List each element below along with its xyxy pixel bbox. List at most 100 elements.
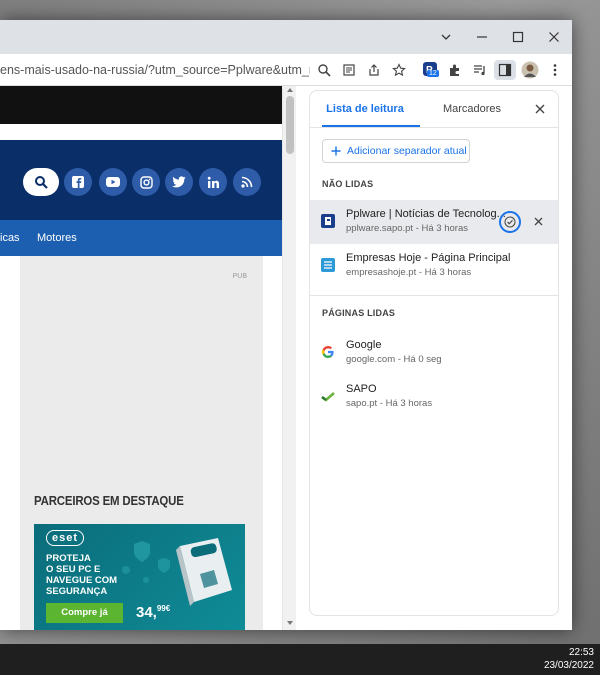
list-item[interactable]: SAPO sapo.pt - Há 3 horas	[310, 375, 558, 419]
list-item-subtitle: sapo.pt - Há 3 horas	[346, 398, 433, 409]
list-item[interactable]: Empresas Hoje - Página Principal empresa…	[310, 244, 558, 288]
reader-icon	[343, 64, 355, 76]
list-item-title: Empresas Hoje - Página Principal	[346, 252, 511, 264]
minimize-icon	[477, 36, 487, 38]
ad-tag: PUB	[232, 273, 247, 280]
clock-time: 22:53	[568, 647, 594, 658]
eset-product-box-icon	[176, 538, 232, 606]
media-queue-icon	[474, 65, 485, 76]
search-icon	[35, 176, 48, 189]
side-panel-button[interactable]	[494, 60, 516, 80]
scroll-up-arrow-icon[interactable]	[287, 87, 293, 92]
tab-bookmarks[interactable]: Marcadores	[420, 91, 524, 127]
eset-price: 34,99€	[136, 603, 170, 623]
eset-price-main: 34,	[136, 604, 157, 621]
google-favicon-icon	[322, 346, 334, 358]
linkedin-icon	[207, 176, 219, 188]
page-scrollbar[interactable]	[282, 86, 296, 630]
article-column	[0, 256, 20, 630]
unread-section-title: NÃO LIDAS	[322, 179, 374, 189]
instagram-link[interactable]	[132, 168, 160, 196]
tab-search-button[interactable]	[428, 20, 464, 54]
eset-buy-button[interactable]: Compre já	[46, 603, 123, 623]
star-icon	[392, 63, 406, 77]
list-item-subtitle: empresashoje.pt - Há 3 horas	[346, 267, 472, 278]
eset-headline-line: O SEU PC E	[46, 564, 101, 575]
eset-ad-banner[interactable]: eset PROTEJA O SEU PC E NAVEGUE COM SEGU…	[34, 524, 245, 630]
extension-badge: 12	[427, 70, 439, 77]
eset-price-cents: 99€	[156, 604, 171, 613]
ad-column: PUB PARCEIROS EM DESTAQUE eset PROTEJA O…	[20, 256, 263, 630]
share-icon	[369, 64, 379, 76]
close-window-button[interactable]	[536, 20, 572, 54]
twitter-link[interactable]	[165, 168, 193, 196]
maximize-button[interactable]	[500, 20, 536, 54]
extension-pplware-button[interactable]: P 12	[421, 60, 441, 80]
profile-button[interactable]	[520, 60, 540, 80]
menu-button[interactable]	[545, 60, 565, 80]
instagram-icon	[139, 175, 153, 189]
list-item[interactable]: Pplware | Notícias de Tecnolog... pplwar…	[310, 200, 558, 244]
mark-as-read-button[interactable]	[499, 211, 521, 233]
list-item-subtitle: pplware.sapo.pt - Há 3 horas	[346, 223, 468, 234]
rss-link[interactable]	[233, 168, 261, 196]
close-icon	[549, 32, 559, 42]
nav-item-tecnicas[interactable]: icas	[0, 232, 20, 244]
facebook-link[interactable]	[64, 168, 92, 196]
reader-mode-button[interactable]	[339, 60, 359, 80]
site-search-button[interactable]	[23, 168, 59, 196]
remove-item-button[interactable]	[531, 214, 545, 228]
browser-window: ens-mais-usado-na-russia/?utm_source=Ppl…	[0, 20, 572, 630]
site-nav: icas Motores	[0, 220, 282, 256]
clock-date: 23/03/2022	[543, 660, 594, 671]
nav-item-motores[interactable]: Motores	[37, 232, 77, 244]
eset-logo: eset	[46, 530, 85, 546]
empresashoje-favicon-icon	[321, 258, 335, 272]
youtube-icon	[106, 177, 120, 187]
partners-heading: PARCEIROS EM DESTAQUE	[34, 493, 184, 508]
bookmark-star-button[interactable]	[389, 60, 409, 80]
pplware-favicon-icon	[321, 214, 335, 228]
plus-icon	[331, 146, 341, 156]
page-top-bar	[0, 86, 282, 124]
scrollbar-thumb[interactable]	[286, 96, 294, 154]
share-button[interactable]	[364, 60, 384, 80]
check-circle-icon	[504, 216, 516, 228]
close-panel-button[interactable]	[532, 101, 548, 117]
panel-divider	[310, 127, 558, 128]
youtube-link[interactable]	[99, 168, 127, 196]
list-item-title: SAPO	[346, 383, 377, 395]
reading-list-panel: Lista de leitura Marcadores Adicionar se…	[309, 90, 559, 616]
browser-content: icas Motores PUB PARCEIROS EM DESTAQUE e…	[0, 86, 572, 630]
twitter-icon	[172, 176, 186, 188]
scroll-down-arrow-icon[interactable]	[287, 621, 293, 626]
title-bar	[0, 20, 572, 54]
puzzle-icon	[450, 64, 459, 76]
list-item-title: Pplware | Notícias de Tecnolog...	[346, 208, 506, 220]
minimize-button[interactable]	[464, 20, 500, 54]
read-section-title: PÁGINAS LIDAS	[322, 308, 396, 318]
section-divider	[310, 295, 558, 296]
rss-icon	[241, 176, 253, 188]
list-item-subtitle: google.com - Há 0 seg	[346, 354, 442, 365]
eset-headline-line: SEGURANÇA	[46, 586, 108, 597]
facebook-icon	[72, 176, 84, 188]
close-icon	[535, 104, 545, 114]
list-item-title: Google	[346, 339, 382, 351]
media-controls-button[interactable]	[470, 60, 490, 80]
maximize-icon	[512, 31, 524, 43]
tab-reading-list[interactable]: Lista de leitura	[310, 91, 420, 127]
address-bar[interactable]: ens-mais-usado-na-russia/?utm_source=Ppl…	[0, 54, 310, 86]
system-clock[interactable]: 22:53 23/03/2022	[544, 646, 594, 672]
list-item[interactable]: Google google.com - Há 0 seg	[310, 331, 558, 375]
browser-toolbar: ens-mais-usado-na-russia/?utm_source=Ppl…	[0, 54, 572, 86]
extensions-button[interactable]	[445, 60, 465, 80]
web-page: icas Motores PUB PARCEIROS EM DESTAQUE e…	[0, 86, 282, 630]
eset-headline-line: NAVEGUE COM	[46, 575, 118, 586]
side-panel-icon	[498, 63, 512, 77]
zoom-button[interactable]	[314, 60, 334, 80]
magnifier-icon	[318, 64, 331, 77]
add-current-tab-button[interactable]: Adicionar separador atual	[322, 139, 470, 163]
linkedin-link[interactable]	[199, 168, 227, 196]
eset-headline-line: PROTEJA	[46, 553, 91, 564]
